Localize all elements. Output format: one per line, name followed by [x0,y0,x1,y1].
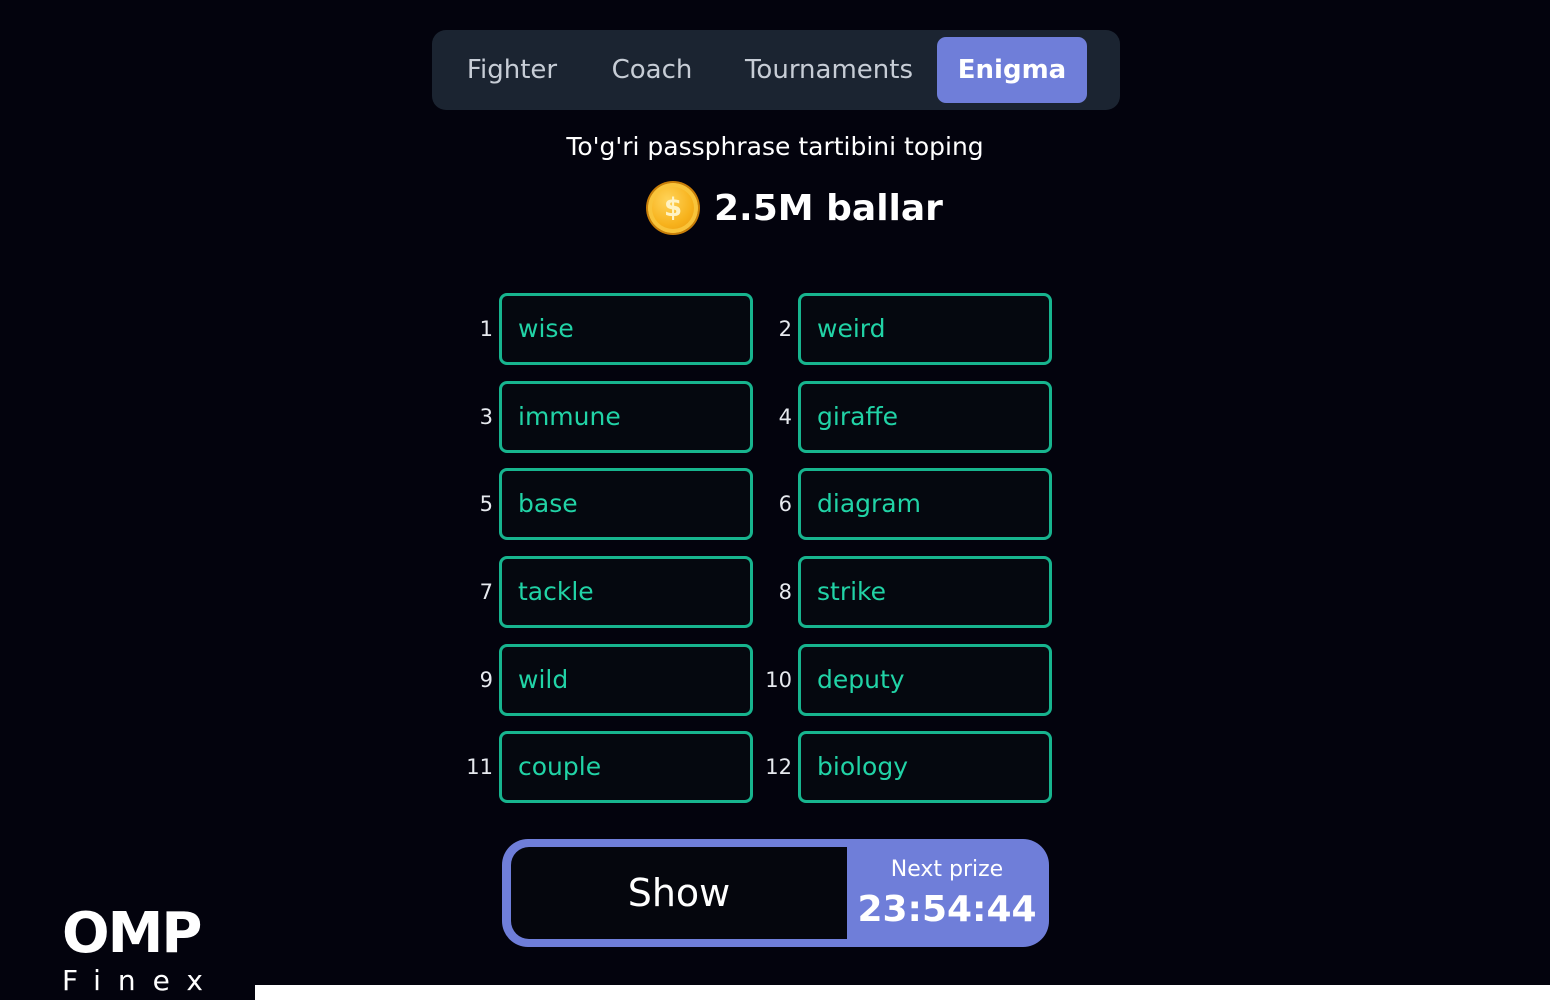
tab-bar: Fighter Coach Tournaments Enigma [432,30,1120,110]
bottom-strip [255,985,1550,1000]
word-cell: 8 strike [754,556,1054,628]
word-number: 4 [778,405,792,429]
word-cell: 1 wise [455,293,755,365]
word-cell: 11 couple [455,731,755,803]
word-field[interactable]: diagram [798,468,1052,540]
next-prize-label: Next prize [890,857,1004,882]
word-number: 7 [479,580,493,604]
tab-coach[interactable]: Coach [598,37,706,103]
word-number: 8 [778,580,792,604]
word-cell: 10 deputy [754,644,1054,716]
word-field[interactable]: tackle [499,556,753,628]
word-cell: 6 diagram [754,468,1054,540]
tab-enigma[interactable]: Enigma [937,37,1087,103]
word-field[interactable]: strike [798,556,1052,628]
action-bar: Show Next prize 23:54:44 [502,839,1049,947]
screen: Fighter Coach Tournaments Enigma To'g'ri… [0,0,1550,1000]
show-button[interactable]: Show [511,847,847,939]
coin-icon: $ [648,183,698,233]
word-field[interactable]: weird [798,293,1052,365]
word-number: 5 [479,492,493,516]
word-field[interactable]: wise [499,293,753,365]
word-number: 2 [778,317,792,341]
tab-fighter[interactable]: Fighter [450,37,574,103]
word-field[interactable]: couple [499,731,753,803]
word-field[interactable]: base [499,468,753,540]
word-number: 9 [479,668,493,692]
word-field[interactable]: biology [798,731,1052,803]
omp-finex-logo: OMP Finex [62,906,252,998]
word-number: 11 [466,755,493,779]
word-field[interactable]: immune [499,381,753,453]
word-number: 10 [765,668,792,692]
word-number: 3 [479,405,493,429]
word-cell: 5 base [455,468,755,540]
word-cell: 12 biology [754,731,1054,803]
word-cell: 3 immune [455,381,755,453]
prize-amount: 2.5M ballar [714,187,943,229]
prize-row: $ 2.5M ballar [648,182,943,234]
logo-sub-text: Finex [62,964,220,997]
word-field[interactable]: deputy [798,644,1052,716]
word-number: 6 [778,492,792,516]
word-cell: 4 giraffe [754,381,1054,453]
word-field[interactable]: giraffe [798,381,1052,453]
word-number: 12 [765,755,792,779]
tab-tournaments[interactable]: Tournaments [734,37,924,103]
word-number: 1 [479,317,493,341]
word-cell: 2 weird [754,293,1054,365]
word-cell: 9 wild [455,644,755,716]
page-subtitle: To'g'ri passphrase tartibini toping [566,132,984,161]
word-field[interactable]: wild [499,644,753,716]
next-prize-timer: 23:54:44 [857,889,1037,930]
word-cell: 7 tackle [455,556,755,628]
logo-main-text: OMP [62,901,202,966]
